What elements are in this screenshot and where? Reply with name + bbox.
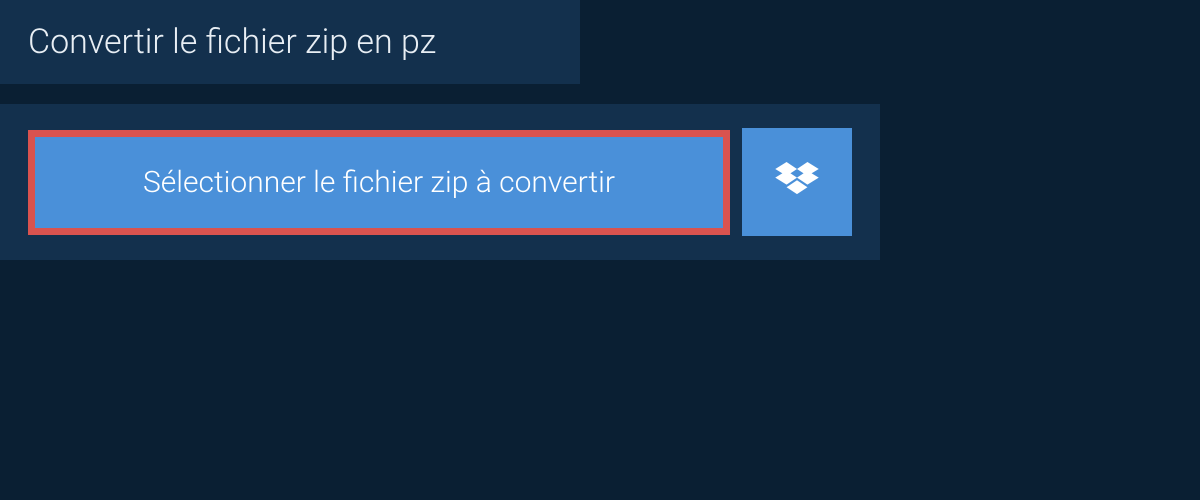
dropbox-icon [775,162,819,202]
dropbox-button[interactable] [742,128,852,236]
page-title: Convertir le fichier zip en pz [0,0,580,84]
page-container: Convertir le fichier zip en pz Sélection… [0,0,1200,500]
select-file-button[interactable]: Sélectionner le fichier zip à convertir [28,130,730,235]
action-panel: Sélectionner le fichier zip à convertir [0,104,880,260]
